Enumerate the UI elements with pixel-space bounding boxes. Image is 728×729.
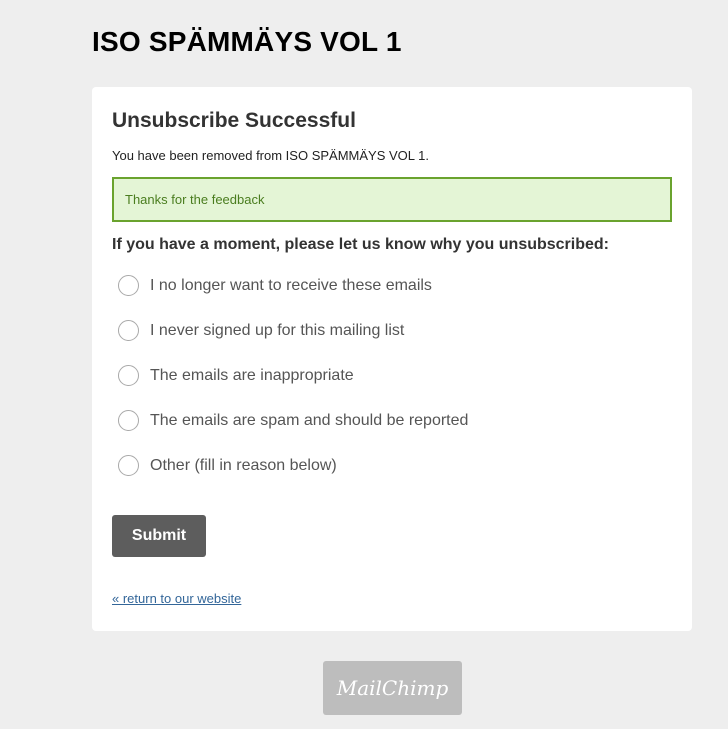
- reason-option-never-signed-up[interactable]: I never signed up for this mailing list: [112, 308, 672, 353]
- radio-button[interactable]: [118, 365, 139, 386]
- reason-options: I no longer want to receive these emails…: [112, 263, 672, 488]
- unsubscribe-page: ISO SPÄMMÄYS VOL 1 Unsubscribe Successfu…: [0, 0, 728, 729]
- reason-option-inappropriate[interactable]: The emails are inappropriate: [112, 353, 672, 398]
- mailchimp-logo-text: MailChimp: [336, 676, 449, 700]
- radio-button[interactable]: [118, 320, 139, 341]
- feedback-alert-text: Thanks for the feedback: [125, 192, 265, 207]
- radio-button[interactable]: [118, 275, 139, 296]
- radio-button[interactable]: [118, 410, 139, 431]
- radio-button[interactable]: [118, 455, 139, 476]
- mailchimp-logo[interactable]: MailChimp: [323, 661, 462, 715]
- reason-option-spam[interactable]: The emails are spam and should be report…: [112, 398, 672, 443]
- reason-option-label: The emails are spam and should be report…: [150, 411, 469, 429]
- reason-option-label: Other (fill in reason below): [150, 456, 337, 474]
- reason-option-label: The emails are inappropriate: [150, 366, 354, 384]
- return-to-website-link[interactable]: « return to our website: [112, 591, 241, 606]
- reason-option-label: I never signed up for this mailing list: [150, 321, 405, 339]
- list-title: ISO SPÄMMÄYS VOL 1: [92, 26, 402, 57]
- submit-button[interactable]: Submit: [112, 515, 206, 557]
- feedback-alert: Thanks for the feedback: [112, 177, 672, 222]
- removed-message: You have been removed from ISO SPÄMMÄYS …: [112, 148, 429, 163]
- reason-question: If you have a moment, please let us know…: [112, 236, 609, 253]
- reason-option-no-longer-want[interactable]: I no longer want to receive these emails: [112, 263, 672, 308]
- reason-option-other[interactable]: Other (fill in reason below): [112, 443, 672, 488]
- unsubscribe-card: Unsubscribe Successful You have been rem…: [92, 87, 692, 631]
- card-title: Unsubscribe Successful: [112, 109, 356, 132]
- reason-option-label: I no longer want to receive these emails: [150, 276, 432, 294]
